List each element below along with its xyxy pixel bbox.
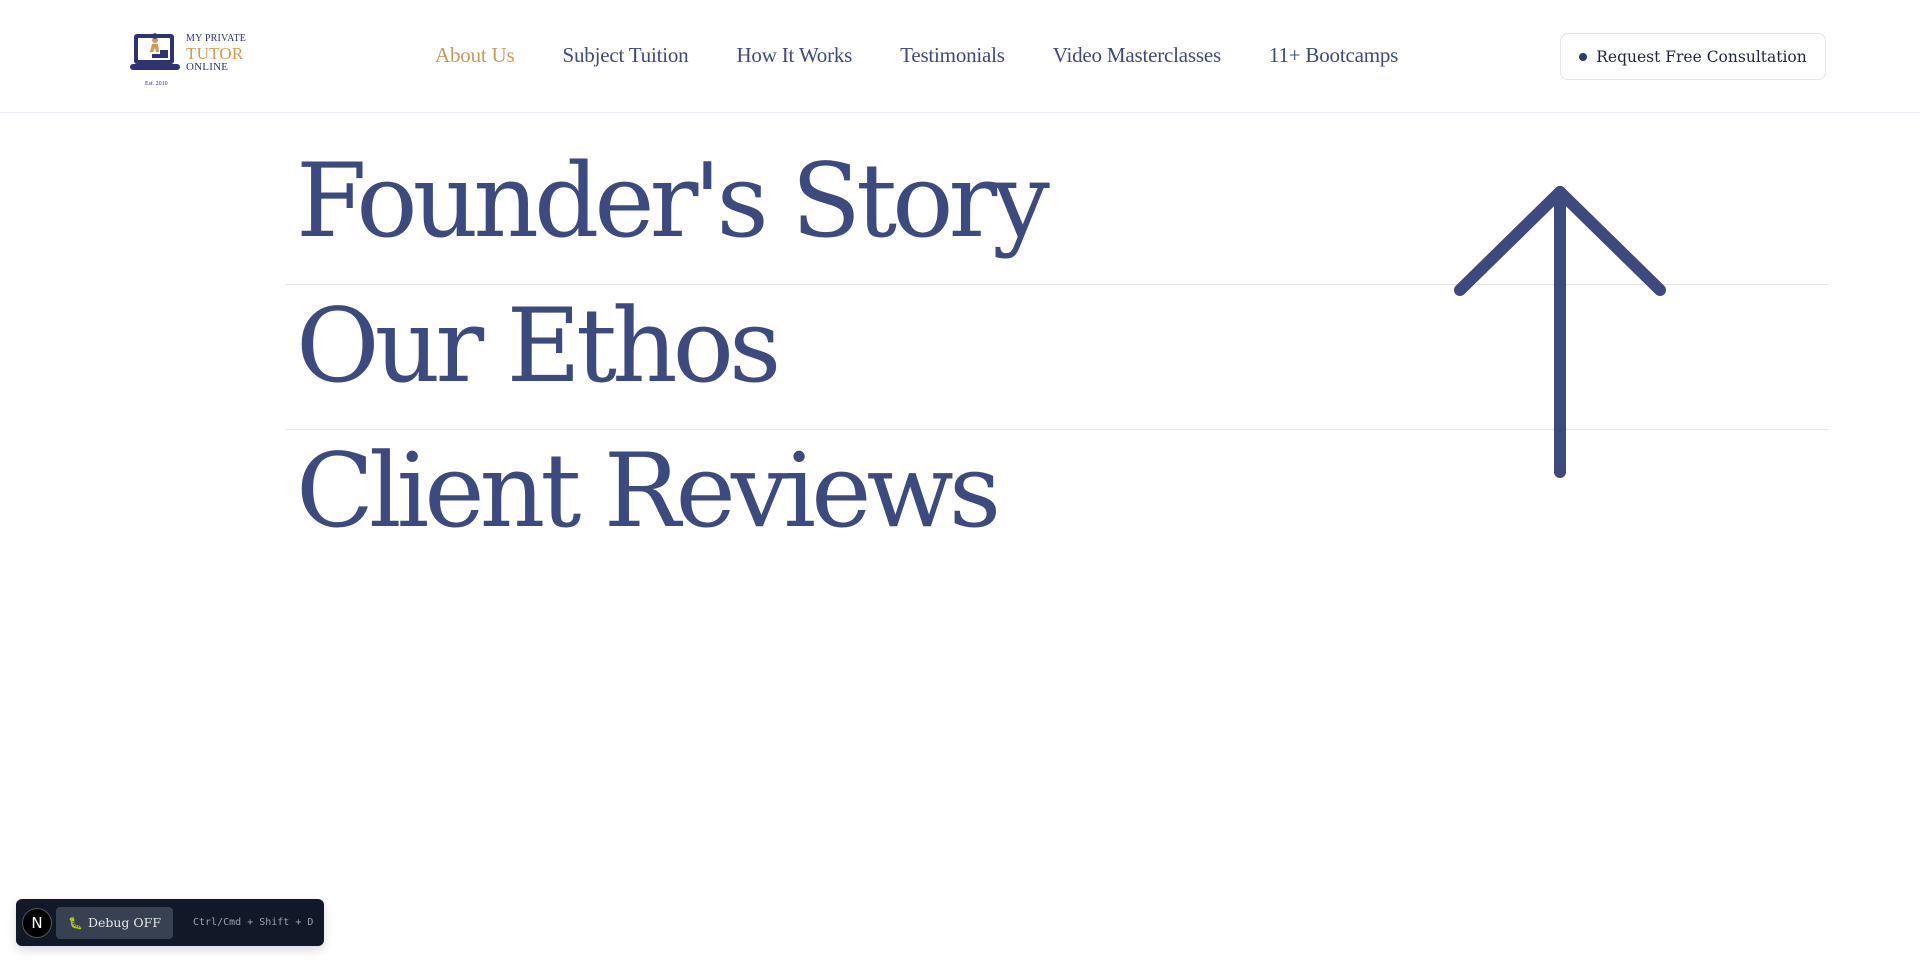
- nextjs-badge[interactable]: N: [22, 907, 52, 938]
- site-header: MY PRIVATE TUTOR ONLINE Est. 2010 About …: [0, 0, 1920, 113]
- request-consultation-label: Request Free Consultation: [1596, 47, 1807, 66]
- menu-item-label: Our Ethos: [296, 287, 781, 406]
- debug-shortcut-hint: Ctrl/Cmd + Shift + D: [193, 917, 314, 928]
- dot-icon: [1579, 52, 1588, 61]
- brand-established: Est. 2010: [145, 81, 168, 87]
- nav-how-it-works[interactable]: How It Works: [736, 43, 852, 68]
- main-nav: About Us Subject Tuition How It Works Te…: [435, 43, 1446, 68]
- arrow-up-icon: [1454, 186, 1666, 478]
- request-consultation-button[interactable]: Request Free Consultation: [1560, 33, 1826, 80]
- nav-about-us[interactable]: About Us: [435, 43, 515, 68]
- brand-line-2: TUTOR: [186, 44, 244, 63]
- debug-toolbar: N 🐛 Debug OFF Ctrl/Cmd + Shift + D: [16, 899, 324, 946]
- brand-line-1: MY PRIVATE: [186, 33, 247, 44]
- debug-toggle-label: Debug OFF: [87, 915, 161, 930]
- brand-wordmark: MY PRIVATE TUTOR ONLINE: [186, 34, 246, 73]
- site-logo[interactable]: MY PRIVATE TUTOR ONLINE Est. 2010: [130, 22, 250, 88]
- nav-11plus-bootcamps[interactable]: 11+ Bootcamps: [1269, 43, 1398, 68]
- menu-item-label: Client Reviews: [296, 432, 1001, 551]
- nav-video-masterclasses[interactable]: Video Masterclasses: [1053, 43, 1221, 68]
- bug-icon: 🐛: [68, 915, 83, 930]
- brand-line-3: ONLINE: [186, 61, 229, 73]
- menu-item-label: Founder's Story: [296, 142, 1050, 261]
- nav-subject-tuition[interactable]: Subject Tuition: [563, 43, 689, 68]
- nav-testimonials[interactable]: Testimonials: [900, 43, 1005, 68]
- tutor-laptop-icon: [130, 33, 180, 70]
- debug-toggle-button[interactable]: 🐛 Debug OFF: [56, 906, 173, 939]
